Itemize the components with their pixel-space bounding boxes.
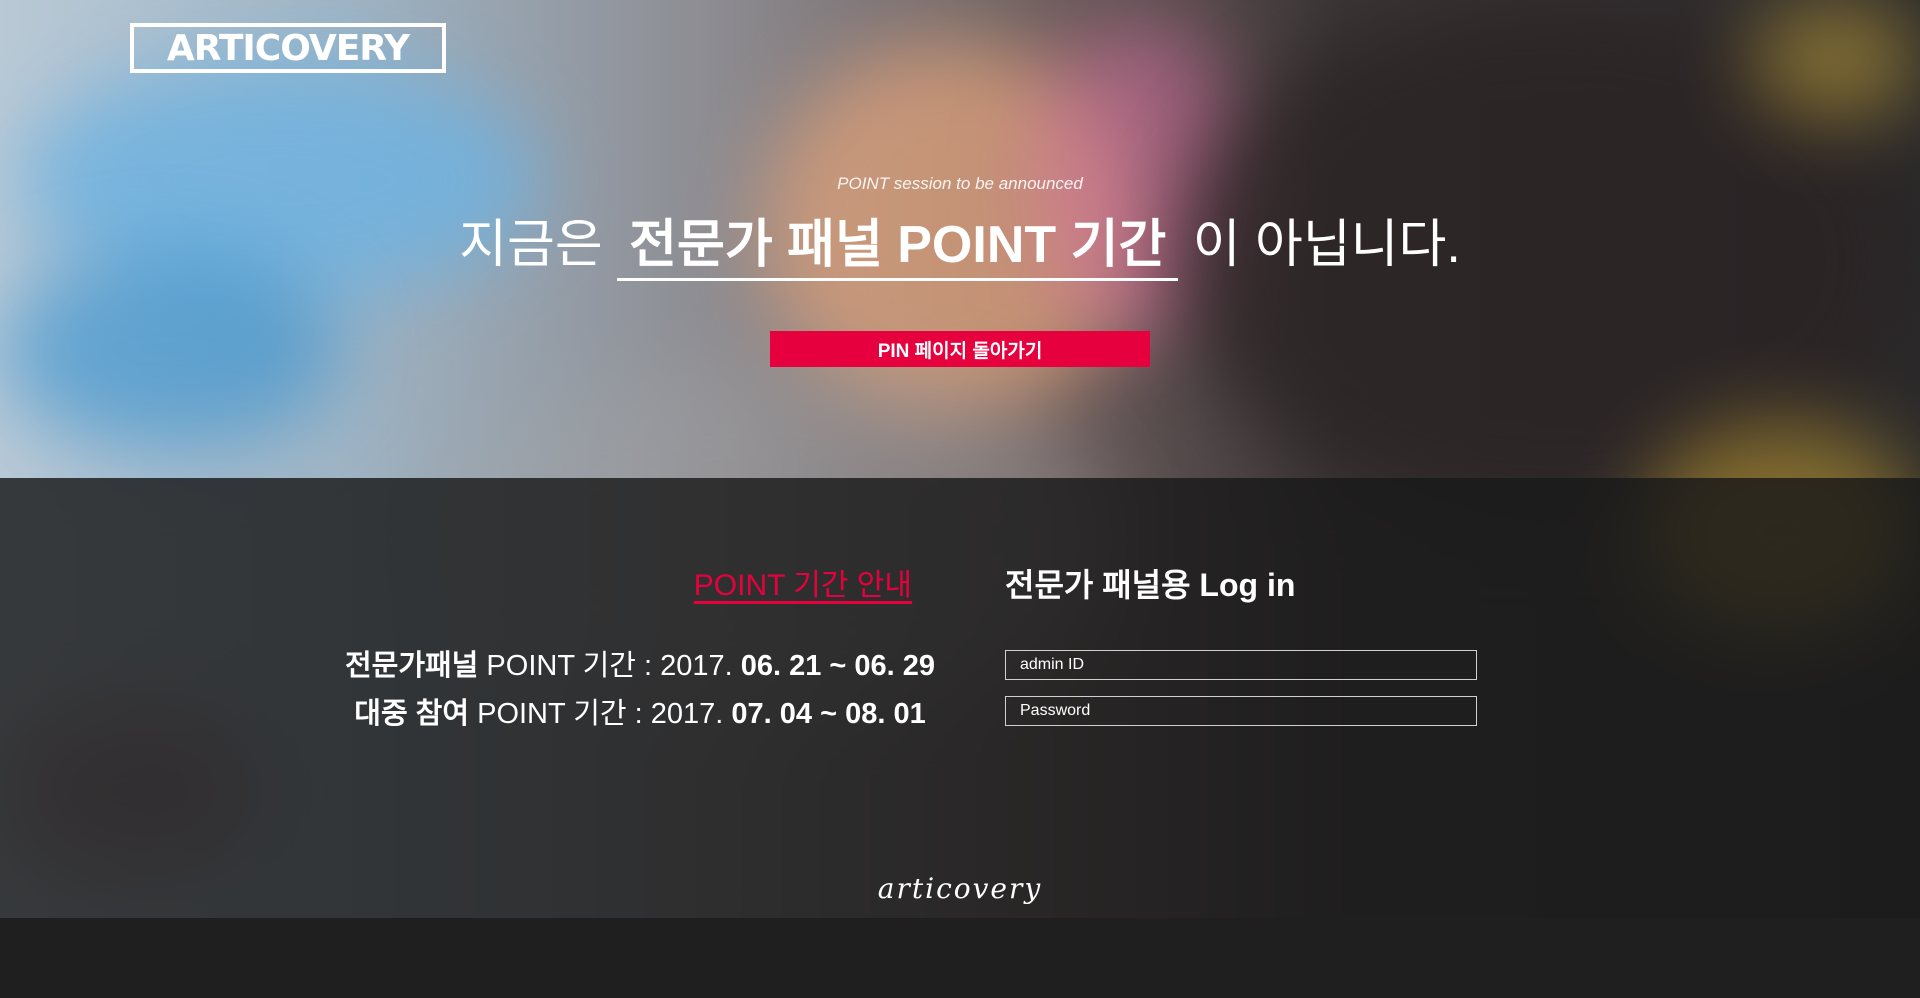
password-input[interactable] xyxy=(1005,696,1477,726)
period-label: 대중 참여 xyxy=(354,698,470,730)
brand-logo[interactable]: ARTICOVERY xyxy=(130,23,446,73)
headline-prefix: 지금은 xyxy=(459,216,603,274)
info-panel xyxy=(0,478,1920,918)
period-text: POINT 기간 : 2017. xyxy=(469,698,732,730)
period-dates: 06. 21 ~ 06. 29 xyxy=(740,650,936,682)
public-participation-period: 대중 참여 POINT 기간 : 2017. 07. 04 ~ 08. 01 xyxy=(340,690,940,732)
period-label: 전문가패널 xyxy=(344,650,479,682)
headline-suffix: 이 아닙니다. xyxy=(1192,216,1461,274)
headline-highlight: 전문가 패널 POINT 기간 xyxy=(617,212,1179,281)
login-title: 전문가 패널용 Log in xyxy=(1005,567,1296,603)
footer-logo: articovery xyxy=(877,872,1043,905)
expert-panel-period: 전문가패널 POINT 기간 : 2017. 06. 21 ~ 06. 29 xyxy=(340,642,940,684)
hero-headline: 지금은 전문가 패널 POINT 기간 이 아닙니다. xyxy=(0,210,1920,281)
admin-id-input[interactable] xyxy=(1005,650,1477,680)
hero-subtitle: POINT session to be announced xyxy=(837,174,1083,193)
point-period-title: POINT 기간 안내 xyxy=(693,569,912,602)
period-dates: 07. 04 ~ 08. 01 xyxy=(731,698,926,730)
period-text: POINT 기간 : 2017. xyxy=(478,650,741,682)
footer-bar xyxy=(0,918,1920,998)
pin-return-button[interactable]: PIN 페이지 돌아가기 xyxy=(770,331,1150,367)
